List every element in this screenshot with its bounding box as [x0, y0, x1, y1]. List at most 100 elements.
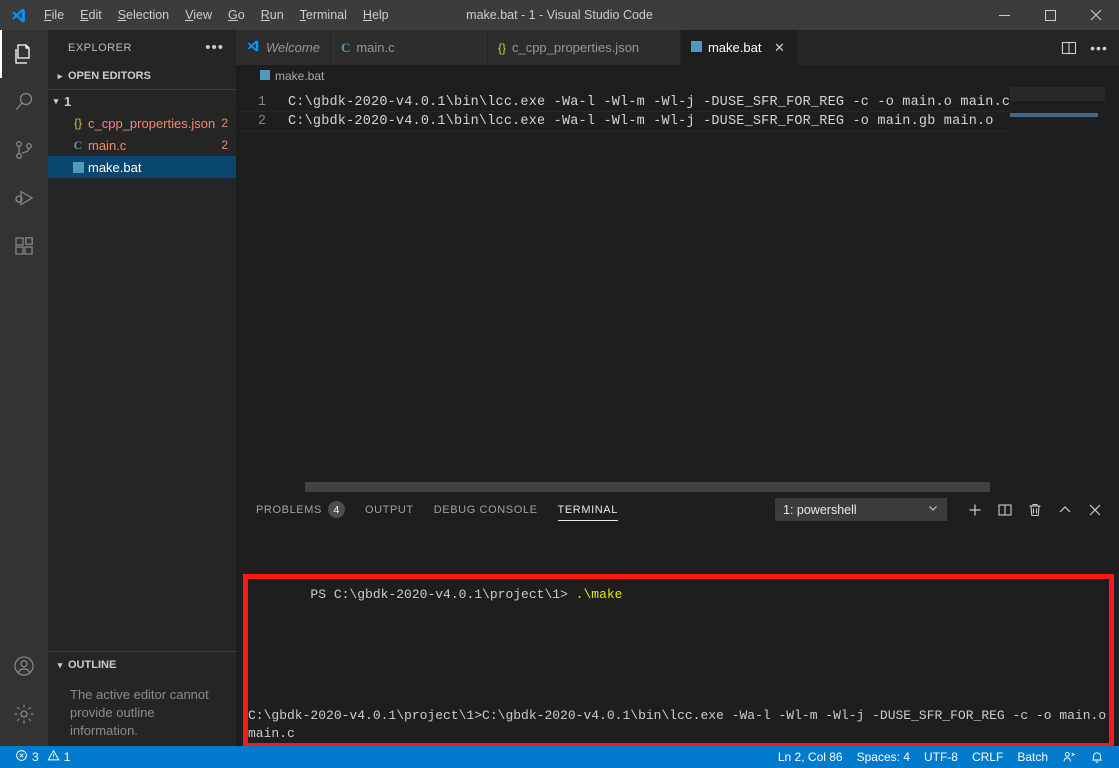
- menu-go[interactable]: Go: [220, 0, 253, 30]
- panel-tab-problems[interactable]: PROBLEMS 4: [256, 492, 345, 527]
- terminal-select-dropdown[interactable]: 1: powershell: [775, 498, 947, 521]
- outline-label: OUTLINE: [68, 659, 117, 671]
- panel-tab-debug-console[interactable]: DEBUG CONSOLE: [434, 492, 538, 527]
- activity-extensions-icon[interactable]: [0, 222, 48, 270]
- accounts-icon[interactable]: [0, 642, 48, 690]
- indentation-status[interactable]: Spaces: 4: [850, 746, 917, 768]
- file-label: make.bat: [88, 159, 142, 175]
- encoding-status[interactable]: UTF-8: [917, 746, 965, 768]
- language-mode-status[interactable]: Batch: [1010, 746, 1055, 768]
- editor-horizontal-scrollbar[interactable]: [305, 482, 990, 492]
- activity-run-debug-icon[interactable]: [0, 174, 48, 222]
- menu-run-mnemonic: R: [260, 8, 270, 22]
- menu-edit-rest: dit: [88, 8, 102, 22]
- editor-vertical-scrollbar[interactable]: [1105, 87, 1119, 492]
- tab-welcome[interactable]: Welcome: [236, 30, 331, 65]
- maximize-panel-icon[interactable]: [1051, 496, 1079, 524]
- panel-tabs: PROBLEMS 4 OUTPUT DEBUG CONSOLE TERMINAL…: [236, 492, 1119, 527]
- file-row-main-c[interactable]: C main.c 2: [48, 134, 236, 156]
- menu-file[interactable]: File: [36, 0, 72, 30]
- menu-view[interactable]: View: [177, 0, 220, 30]
- file-row-c-cpp-properties[interactable]: {} c_cpp_properties.json 2: [48, 112, 236, 134]
- activity-search-icon[interactable]: [0, 78, 48, 126]
- terminal-output-area[interactable]: PS C:\gbdk-2020-v4.0.1\project\1> .\make…: [236, 527, 1119, 768]
- terminal-command: .\make: [575, 586, 623, 602]
- problems-count-badge: 4: [327, 501, 345, 518]
- menu-go-mnemonic: G: [228, 8, 238, 22]
- open-editors-section-header[interactable]: ▸ OPEN EDITORS: [48, 65, 236, 87]
- split-terminal-icon[interactable]: [991, 496, 1019, 524]
- tab-label: c_cpp_properties.json: [511, 40, 640, 55]
- breadcrumb[interactable]: make.bat: [236, 65, 1119, 87]
- panel-tab-terminal[interactable]: TERMINAL: [557, 492, 619, 527]
- activity-explorer-icon[interactable]: [0, 30, 48, 78]
- close-panel-icon[interactable]: [1081, 496, 1109, 524]
- editor-actions: •••: [1055, 30, 1119, 65]
- manage-settings-gear-icon[interactable]: [0, 690, 48, 738]
- status-bar-left: 3 1: [0, 746, 77, 768]
- tab-close-icon[interactable]: ✕: [771, 40, 787, 56]
- menu-terminal[interactable]: Terminal: [292, 0, 355, 30]
- terminal-prompt-line: PS C:\gbdk-2020-v4.0.1\project\1> .\make: [248, 568, 1119, 621]
- bat-file-icon: [690, 40, 702, 55]
- file-row-make-bat[interactable]: make.bat: [48, 156, 236, 178]
- activity-source-control-icon[interactable]: [0, 126, 48, 174]
- terminal-prompt: PS C:\gbdk-2020-v4.0.1\project\1>: [310, 586, 576, 602]
- kill-terminal-trash-icon[interactable]: [1021, 496, 1049, 524]
- c-file-icon: C: [73, 137, 83, 152]
- panel-actions: 1: powershell: [775, 492, 1109, 527]
- menu-edit[interactable]: Edit: [72, 0, 110, 30]
- menu-file-rest: ile: [51, 8, 65, 22]
- menu-file-mnemonic: F: [44, 8, 52, 22]
- outline-section-header[interactable]: ▾ OUTLINE: [48, 652, 236, 678]
- tab-make-bat[interactable]: make.bat ✕: [680, 30, 799, 65]
- menu-run[interactable]: Run: [253, 0, 292, 30]
- outline-empty-message: The active editor cannot provide outline…: [70, 687, 209, 738]
- status-bar: 3 1 Ln 2, Col 86 Spaces: 4 UTF-8 CRLF Ba…: [0, 746, 1119, 768]
- json-file-icon: {}: [497, 40, 506, 55]
- maximize-button[interactable]: [1027, 0, 1073, 30]
- code-line: 1 C:\gbdk-2020-v4.0.1\bin\lcc.exe -Wa-l …: [236, 93, 1119, 112]
- workspace-folder-row[interactable]: ▾ 1: [48, 90, 236, 112]
- minimap-slider[interactable]: [1010, 87, 1105, 101]
- menu-selection[interactable]: Selection: [110, 0, 177, 30]
- panel-tab-label: TERMINAL: [557, 503, 618, 516]
- problems-status-item[interactable]: 3 1: [8, 746, 77, 768]
- window-controls: [981, 0, 1119, 30]
- error-count: 3: [32, 750, 39, 764]
- notifications-bell-icon[interactable]: [1083, 746, 1111, 768]
- panel-tab-output[interactable]: OUTPUT: [365, 492, 414, 527]
- feedback-smiley-icon[interactable]: [1055, 746, 1083, 768]
- panel-tab-label: OUTPUT: [364, 503, 414, 516]
- minimize-button[interactable]: [981, 0, 1027, 30]
- json-file-icon: {}: [73, 116, 82, 130]
- explorer-title: EXPLORER: [68, 41, 132, 54]
- close-button[interactable]: [1073, 0, 1119, 30]
- explorer-more-actions-icon[interactable]: •••: [205, 39, 230, 56]
- minimap-line: [1010, 113, 1098, 117]
- file-error-badge: 2: [221, 116, 228, 130]
- code-editor[interactable]: 1 C:\gbdk-2020-v4.0.1\bin\lcc.exe -Wa-l …: [236, 87, 1119, 492]
- line-number: 1: [257, 95, 266, 110]
- menu-bar: File Edit Selection View Go Run Terminal…: [36, 0, 397, 30]
- editor-more-actions-icon[interactable]: •••: [1085, 30, 1113, 65]
- split-editor-right-icon[interactable]: [1055, 30, 1083, 65]
- menu-go-rest: o: [237, 8, 245, 22]
- file-error-badge: 2: [221, 138, 228, 152]
- minimap[interactable]: [1010, 87, 1105, 492]
- tab-main-c[interactable]: C main.c: [330, 30, 488, 65]
- menu-selection-mnemonic: S: [117, 8, 127, 22]
- c-file-icon: C: [340, 39, 351, 55]
- line-text: C:\gbdk-2020-v4.0.1\bin\lcc.exe -Wa-l -W…: [288, 114, 994, 129]
- new-terminal-icon[interactable]: [961, 496, 989, 524]
- tab-label: Welcome: [266, 40, 320, 55]
- line-text: C:\gbdk-2020-v4.0.1\bin\lcc.exe -Wa-l -W…: [288, 95, 1011, 110]
- cursor-position-status[interactable]: Ln 2, Col 86: [771, 746, 850, 768]
- chevron-right-icon: ▸: [57, 70, 63, 81]
- menu-terminal-rest: erminal: [305, 8, 347, 22]
- menu-help[interactable]: Help: [355, 0, 397, 30]
- tab-c-cpp-properties[interactable]: {} c_cpp_properties.json: [487, 30, 681, 65]
- eol-status[interactable]: CRLF: [965, 746, 1010, 768]
- chevron-down-icon: [927, 502, 939, 517]
